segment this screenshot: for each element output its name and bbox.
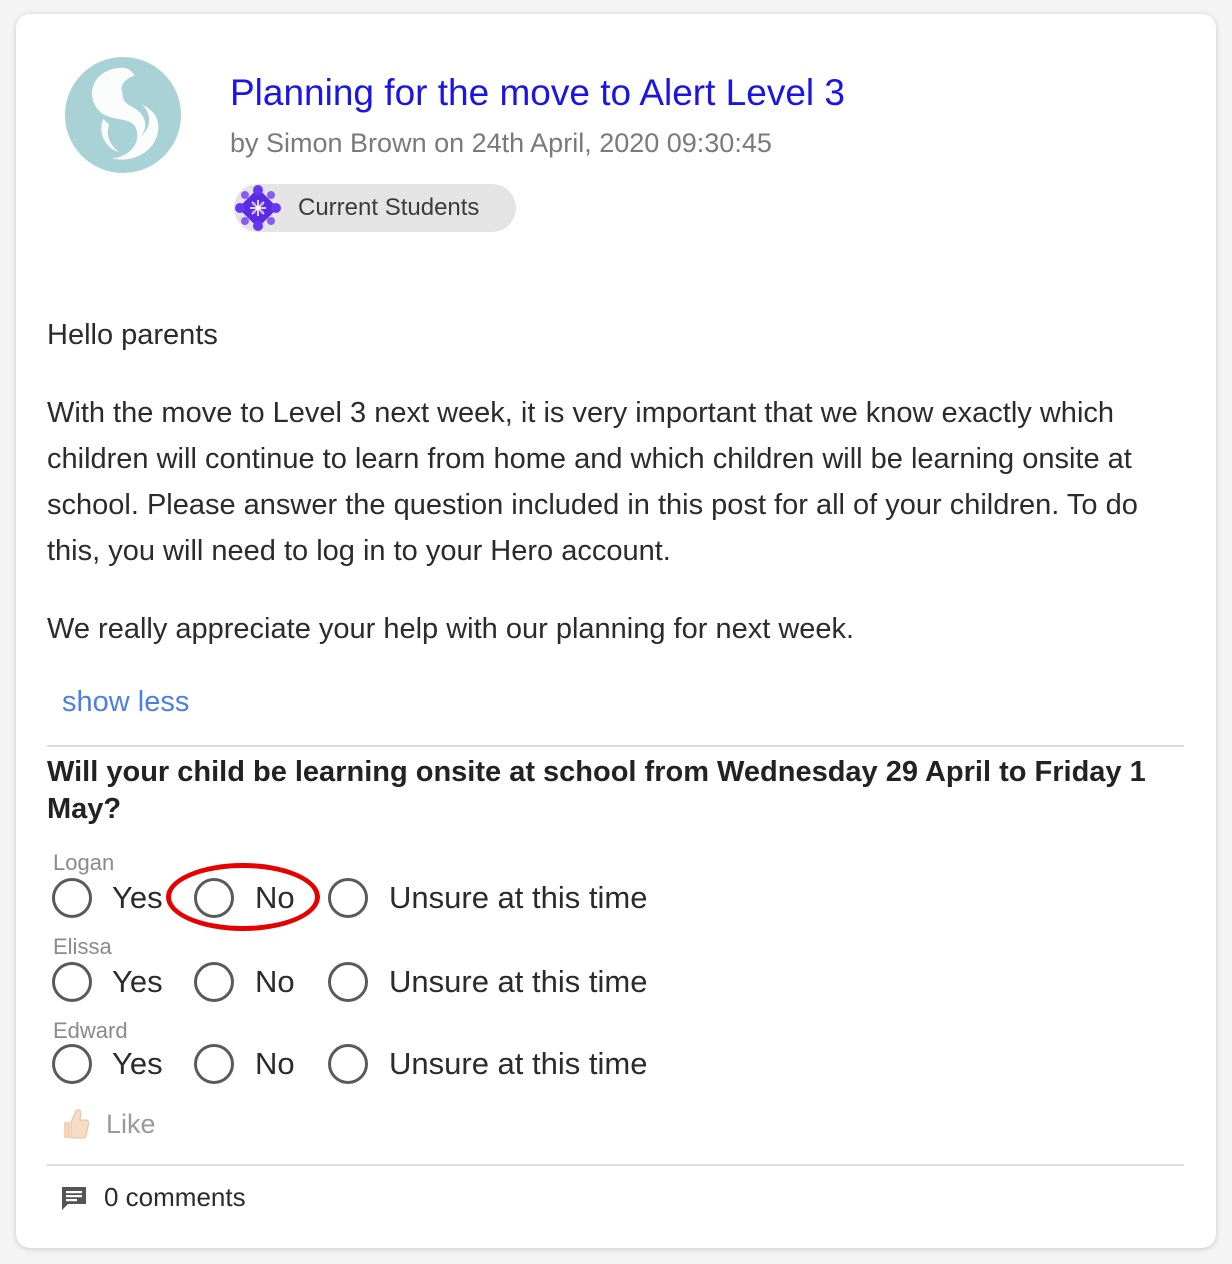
option-label-no: No [255,1046,295,1081]
group-tag-label: Current Students [298,194,480,221]
option-label-yes: Yes [112,1046,163,1081]
child-name-edward: Edward [53,1018,128,1043]
post-title-link[interactable]: Planning for the move to Alert Level 3 [230,72,845,114]
radio-no-logan[interactable] [194,878,234,918]
post-greeting: Hello parents [47,319,218,351]
divider [47,745,1184,747]
child-name-logan: Logan [53,850,115,875]
radio-group-edward: Yes No Unsure at this time [52,1042,752,1086]
radio-group-logan: Yes No Unsure at this time [52,876,752,920]
post-byline: by Simon Brown on 24th April, 2020 09:30… [230,128,772,158]
radio-unsure-elissa[interactable] [328,962,368,1002]
radio-no-elissa[interactable] [194,962,234,1002]
radio-yes-logan[interactable] [52,878,92,918]
option-label-yes: Yes [112,880,163,915]
comment-icon [62,1186,86,1210]
post-closing-paragraph: We really appreciate your help with our … [47,613,855,645]
comments-link[interactable]: 0 comments [60,1182,246,1213]
child-name-elissa: Elissa [53,934,112,959]
group-pattern-icon [234,184,282,232]
radio-unsure-logan[interactable] [328,878,368,918]
radio-yes-edward[interactable] [52,1044,92,1084]
option-label-unsure: Unsure at this time [389,964,648,999]
option-label-unsure: Unsure at this time [389,1046,648,1081]
comments-count: 0 comments [104,1182,246,1212]
divider [47,1164,1184,1166]
radio-unsure-edward[interactable] [328,1044,368,1084]
option-label-yes: Yes [112,964,163,999]
like-button[interactable]: Like [60,1108,156,1140]
post-body-paragraph: With the move to Level 3 next week, it i… [47,397,1138,567]
option-label-unsure: Unsure at this time [389,880,648,915]
option-label-no: No [255,880,295,915]
thumbs-up-icon [64,1109,90,1139]
radio-no-edward[interactable] [194,1044,234,1084]
post-card: Planning for the move to Alert Level 3 b… [16,14,1216,1248]
show-less-link[interactable]: show less [62,686,189,719]
poll-question: Will your child be learning onsite at sc… [47,756,1146,825]
school-logo-icon [64,56,182,174]
group-tag-current-students[interactable]: Current Students [234,184,516,232]
radio-group-elissa: Yes No Unsure at this time [52,960,752,1004]
like-label: Like [106,1108,156,1139]
radio-yes-elissa[interactable] [52,962,92,1002]
option-label-no: No [255,964,295,999]
